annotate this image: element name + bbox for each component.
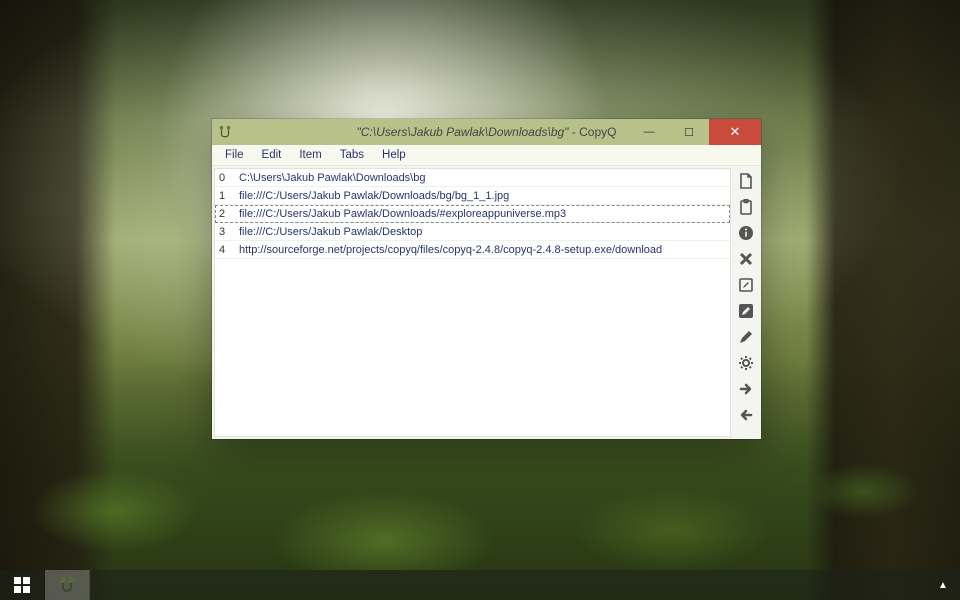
row-index: 1 [215, 190, 239, 202]
menu-file[interactable]: File [216, 147, 253, 163]
clipboard-row[interactable]: 1file:///C:/Users/Jakub Pawlak/Downloads… [215, 187, 730, 205]
row-index: 4 [215, 244, 239, 256]
menu-help[interactable]: Help [373, 147, 415, 163]
clipboard-row[interactable]: 2file:///C:/Users/Jakub Pawlak/Downloads… [215, 205, 730, 223]
toolbar [731, 166, 761, 439]
info-icon[interactable] [734, 222, 758, 244]
titlebar[interactable]: "C:\Users\Jakub Pawlak\Downloads\bg" - C… [212, 119, 761, 145]
forward-icon[interactable] [734, 378, 758, 400]
paste-icon[interactable] [734, 196, 758, 218]
clipboard-row[interactable]: 3file:///C:/Users/Jakub Pawlak/Desktop [215, 223, 730, 241]
start-button[interactable] [0, 570, 45, 600]
row-index: 2 [215, 208, 239, 220]
row-index: 3 [215, 226, 239, 238]
clipboard-list[interactable]: 0C:\Users\Jakub Pawlak\Downloads\bg1file… [214, 168, 731, 437]
client-area: 0C:\Users\Jakub Pawlak\Downloads\bg1file… [212, 166, 761, 439]
app-window: "C:\Users\Jakub Pawlak\Downloads\bg" - C… [212, 119, 761, 439]
maximize-button[interactable]: ☐ [669, 119, 709, 145]
delete-icon[interactable] [734, 248, 758, 270]
back-icon[interactable] [734, 404, 758, 426]
tray-show-hidden[interactable]: ▲ [926, 570, 960, 600]
pen-icon[interactable] [734, 326, 758, 348]
menubar: File Edit Item Tabs Help [212, 145, 761, 166]
row-text: file:///C:/Users/Jakub Pawlak/Downloads/… [239, 190, 730, 202]
menu-item[interactable]: Item [290, 147, 330, 163]
copyq-icon [212, 125, 238, 139]
new-icon[interactable] [734, 170, 758, 192]
settings-icon[interactable] [734, 352, 758, 374]
row-text: http://sourceforge.net/projects/copyq/fi… [239, 244, 730, 256]
edit-item-icon[interactable] [734, 300, 758, 322]
row-index: 0 [215, 172, 239, 184]
row-text: C:\Users\Jakub Pawlak\Downloads\bg [239, 172, 730, 184]
menu-edit[interactable]: Edit [253, 147, 291, 163]
edit-note-icon[interactable] [734, 274, 758, 296]
row-text: file:///C:/Users/Jakub Pawlak/Desktop [239, 226, 730, 238]
taskbar: ▲ [0, 570, 960, 600]
clipboard-row[interactable]: 4http://sourceforge.net/projects/copyq/f… [215, 241, 730, 259]
close-button[interactable]: ✕ [709, 119, 761, 145]
clipboard-row[interactable]: 0C:\Users\Jakub Pawlak\Downloads\bg [215, 169, 730, 187]
menu-tabs[interactable]: Tabs [331, 147, 373, 163]
row-text: file:///C:/Users/Jakub Pawlak/Downloads/… [239, 208, 730, 220]
windows-icon [14, 577, 30, 593]
taskbar-app-copyq[interactable] [45, 570, 90, 600]
minimize-button[interactable]: — [629, 119, 669, 145]
copyq-icon [57, 575, 77, 595]
